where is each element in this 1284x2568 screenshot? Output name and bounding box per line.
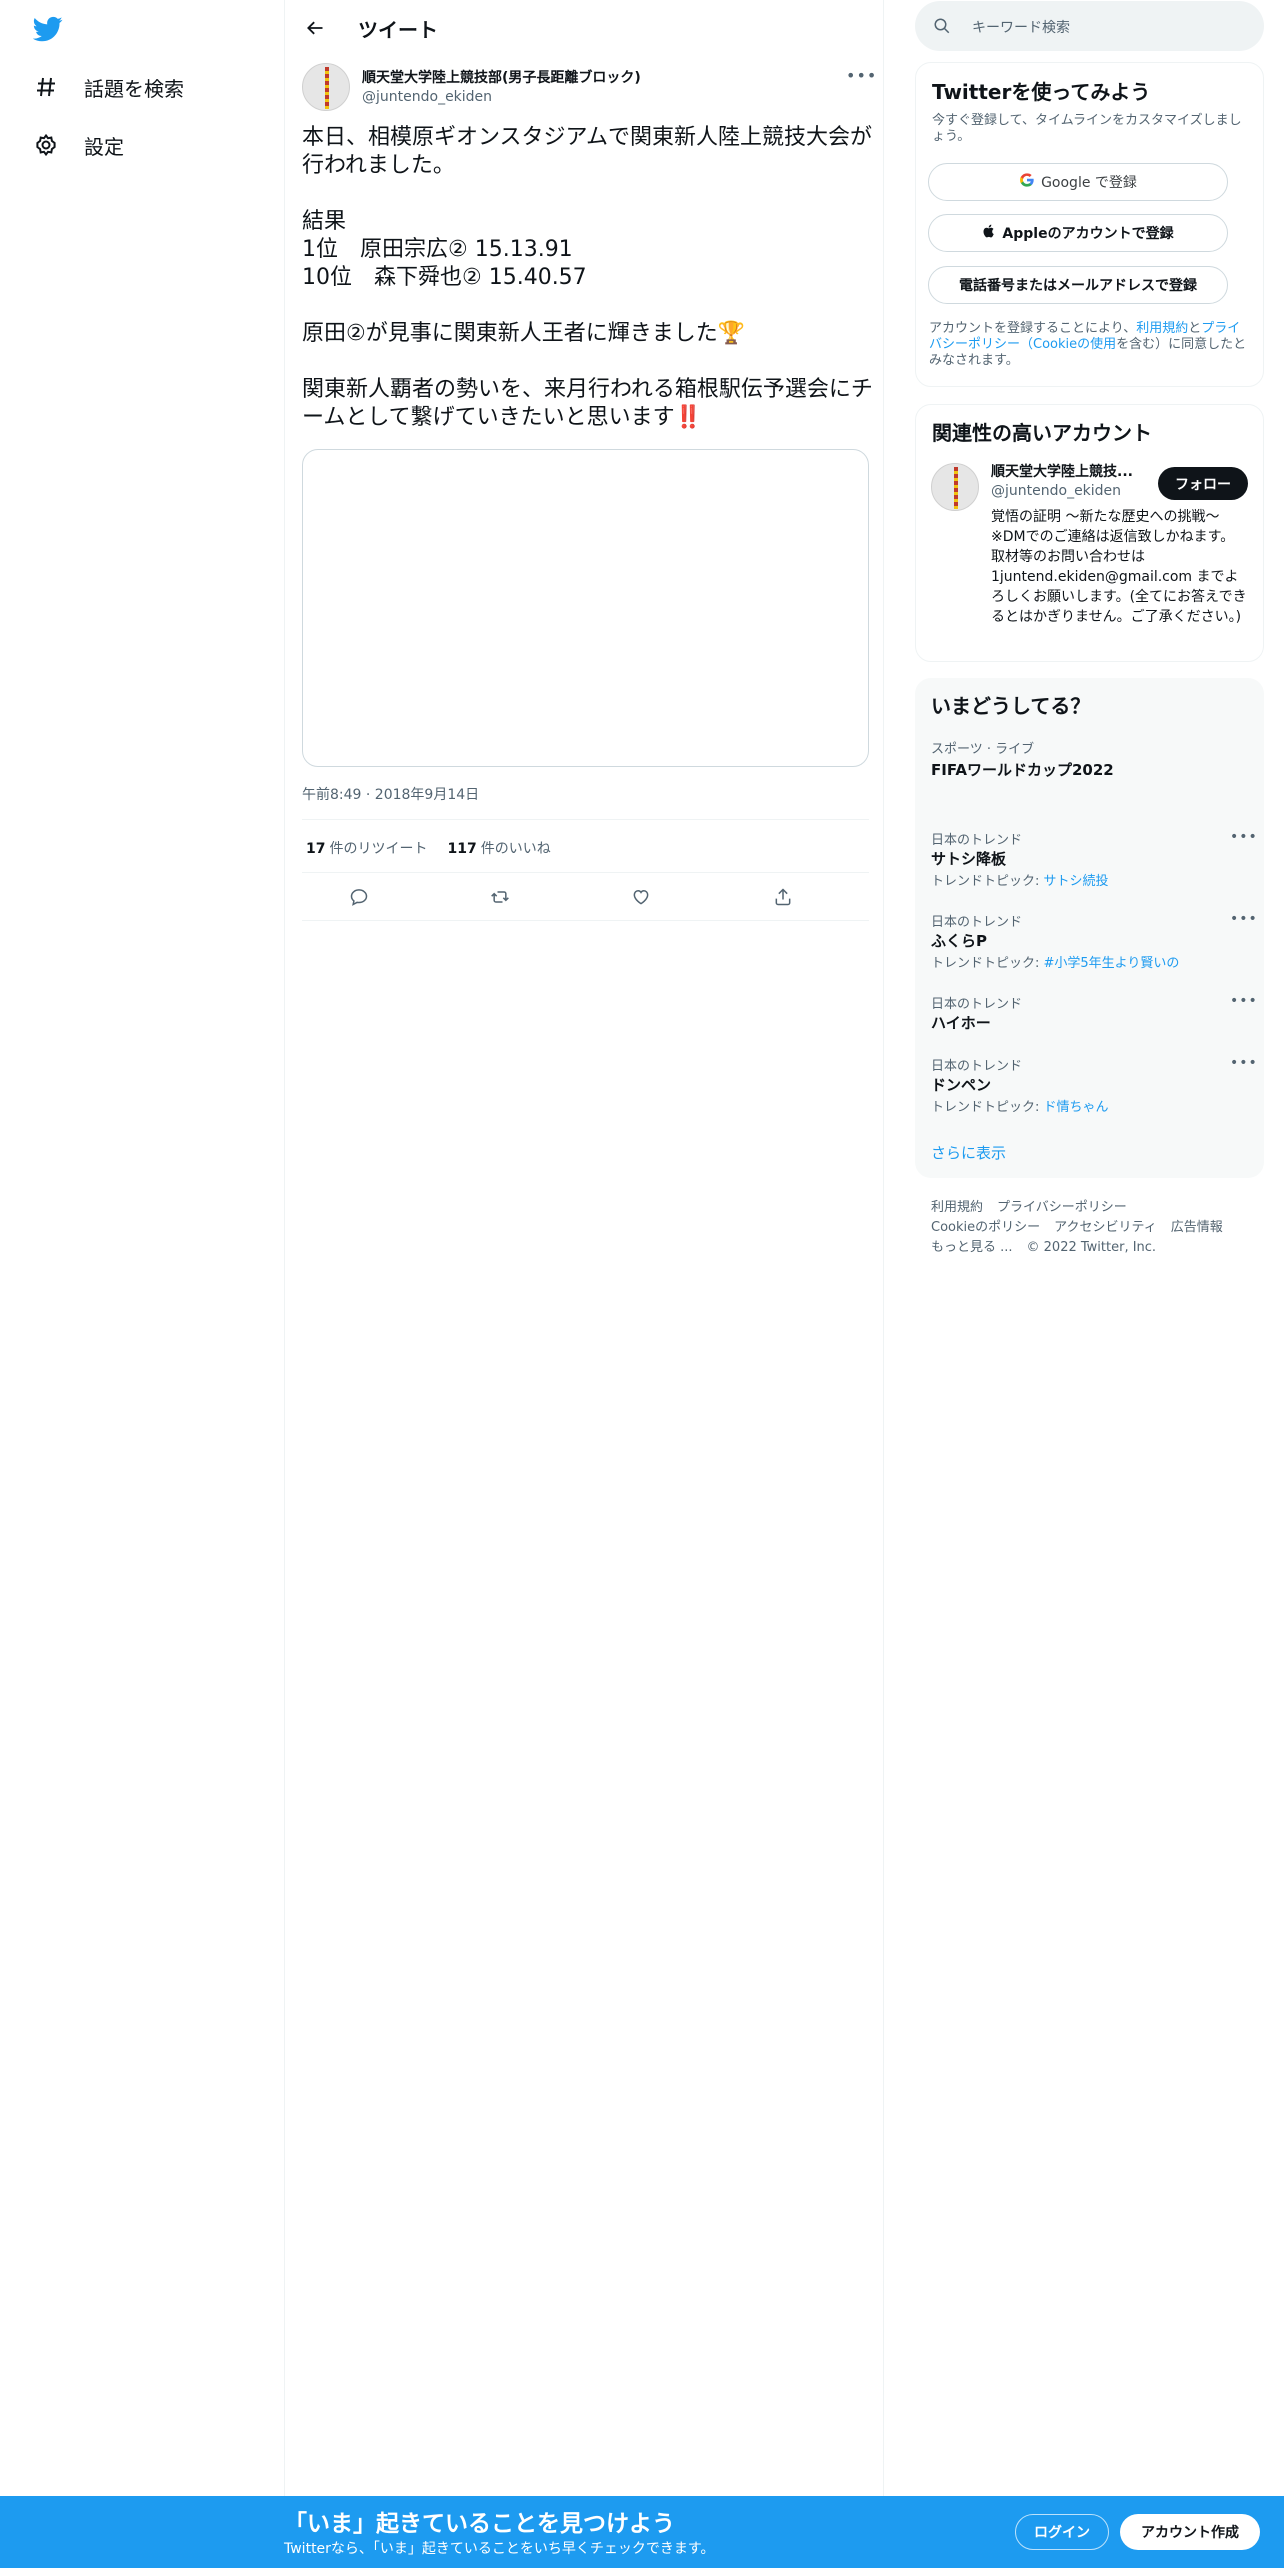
trend-more-icon[interactable]: ••• — [1230, 1055, 1258, 1071]
signup-banner: 「いま」起きていることを見つけよう Twitterなら、「いま」起きていることを… — [0, 2496, 1284, 2568]
like-stat-label: 件のいいね — [480, 841, 551, 857]
nav-settings-label: 設定 — [84, 134, 124, 159]
trend-topic-link[interactable]: #小学5年生より賢いの — [1044, 956, 1180, 971]
retweet-count: 17 — [306, 841, 326, 857]
signup-title: Twitterを使ってみよう — [932, 80, 1151, 104]
terms-link[interactable]: 利用規約 — [1136, 321, 1188, 336]
trend-category: 日本のトレンド — [931, 1059, 1023, 1074]
trend-topic-prefix: トレンドトピック: — [931, 874, 1044, 889]
search-input[interactable]: キーワード検索 — [915, 1, 1264, 51]
twitter-bird-icon[interactable] — [32, 14, 63, 44]
divider — [302, 872, 869, 873]
trend-category: スポーツ · ライブ — [931, 742, 1035, 757]
signup-legal-text: アカウントを登録することにより、利用規約とプライバシーポリシー（Cookieの使… — [929, 321, 1249, 369]
retweet-icon[interactable] — [485, 882, 515, 912]
divider — [302, 819, 869, 820]
trend-more-icon[interactable]: ••• — [1230, 829, 1258, 845]
like-count: 117 — [447, 841, 477, 857]
author-name[interactable]: 順天堂大学陸上競技部(男子長距離ブロック) — [362, 67, 641, 87]
banner-title: 「いま」起きていることを見つけよう — [284, 2511, 675, 2537]
trend-topic-link[interactable]: ド情ちゃん — [1044, 1100, 1109, 1115]
gear-icon — [33, 132, 59, 158]
footer-terms-link[interactable]: 利用規約 — [931, 1200, 983, 1215]
related-account-avatar[interactable] — [931, 463, 979, 511]
trend-more-icon[interactable]: ••• — [1230, 911, 1258, 927]
show-more-trends-link[interactable]: さらに表示 — [931, 1142, 1006, 1163]
trend-topic: トレンドトピック: #小学5年生より賢いの — [931, 952, 1179, 971]
apple-icon — [982, 223, 996, 243]
author-avatar[interactable] — [302, 63, 350, 111]
legal-and: と — [1188, 321, 1202, 336]
trend-item[interactable]: FIFAワールドカップ2022 — [931, 759, 1114, 780]
nav-explore[interactable]: 話題を検索 — [33, 72, 184, 102]
trend-category: 日本のトレンド — [931, 915, 1023, 930]
footer-links-row-3: もっと見る ... © 2022 Twitter, Inc. — [931, 1236, 1170, 1255]
google-icon — [1019, 172, 1035, 192]
related-account-name[interactable]: 順天堂大学陸上競技... — [991, 461, 1146, 481]
related-account-handle[interactable]: @juntendo_ekiden — [991, 483, 1121, 499]
google-signup-label: Google で登録 — [1041, 175, 1137, 191]
back-arrow-icon[interactable] — [300, 13, 330, 43]
footer-more-link[interactable]: もっと見る ... — [931, 1240, 1013, 1255]
google-signup-button[interactable]: Google で登録 — [928, 163, 1228, 201]
trend-category: 日本のトレンド — [931, 997, 1023, 1012]
trend-topic: トレンドトピック: ド情ちゃん — [931, 1096, 1109, 1115]
tweet-actions — [302, 882, 869, 914]
tweet-media[interactable] — [302, 449, 869, 767]
phone-signup-label: 電話番号またはメールアドレスで登録 — [959, 278, 1197, 294]
retweet-stat-label: 件のリツイート — [329, 841, 428, 857]
nav-explore-label: 話題を検索 — [84, 76, 184, 101]
tweet-column: ツイート 順天堂大学陸上競技部(男子長距離ブロック) @juntendo_eki… — [286, 0, 884, 2496]
related-account-bio: 覚悟の証明 〜新たな歴史への挑戦〜 ※DMでのご連絡は返信致しかねます。 取材等… — [991, 509, 1247, 625]
footer-links-row-1: 利用規約 プライバシーポリシー — [931, 1196, 1141, 1215]
trend-item[interactable]: ドンペン — [931, 1074, 991, 1095]
page-title: ツイート — [358, 18, 438, 42]
create-account-button[interactable]: アカウント作成 — [1120, 2514, 1260, 2550]
nav-settings[interactable]: 設定 — [33, 130, 124, 160]
phone-email-signup-button[interactable]: 電話番号またはメールアドレスで登録 — [928, 266, 1228, 304]
more-options-icon[interactable]: ••• — [846, 66, 876, 86]
tweet-timestamp[interactable]: 午前8:49 · 2018年9月14日 — [302, 784, 479, 804]
like-heart-icon[interactable] — [626, 882, 656, 912]
divider — [302, 920, 869, 921]
trend-item[interactable]: ふくらP — [931, 930, 987, 951]
signup-card: Twitterを使ってみよう 今すぐ登録して、タイムラインをカスタマイズしましょ… — [915, 62, 1264, 387]
tweet-text: 本日、相模原ギオンスタジアムで関東新人陸上競技大会が行われました。 結果 1位 … — [302, 125, 873, 430]
author-handle[interactable]: @juntendo_ekiden — [362, 89, 492, 105]
apple-signup-button[interactable]: Appleのアカウントで登録 — [928, 214, 1228, 252]
follow-button[interactable]: フォロー — [1158, 467, 1248, 500]
related-title: 関連性の高いアカウント — [932, 421, 1152, 445]
share-icon[interactable] — [768, 882, 798, 912]
trend-topic: トレンドトピック: サトシ続投 — [931, 870, 1109, 889]
banner-subtitle: Twitterなら、「いま」起きていることをいち早くチェックできます。 — [284, 2541, 715, 2557]
footer-links-row-2: Cookieのポリシー アクセシビリティ 広告情報 — [931, 1216, 1237, 1235]
trend-item[interactable]: ハイホー — [931, 1012, 991, 1033]
tweet-header: ツイート — [286, 0, 884, 54]
retweet-stat[interactable]: 17 件のリツイート — [306, 838, 427, 858]
trends-title: いまどうしてる？ — [931, 694, 1091, 718]
hashtag-icon — [33, 74, 59, 100]
trend-topic-prefix: トレンドトピック: — [931, 1100, 1044, 1115]
signup-subtitle: 今すぐ登録して、タイムラインをカスタマイズしましょう。 — [932, 113, 1242, 144]
footer-privacy-link[interactable]: プライバシーポリシー — [997, 1200, 1127, 1215]
like-stat[interactable]: 117 件のいいね — [447, 838, 550, 858]
legal-prefix: アカウントを登録することにより、 — [929, 321, 1137, 336]
search-placeholder: キーワード検索 — [972, 20, 1070, 36]
footer-copyright: © 2022 Twitter, Inc. — [1026, 1240, 1157, 1255]
search-icon — [933, 17, 951, 35]
trend-more-icon[interactable]: ••• — [1230, 993, 1258, 1009]
trend-topic-link[interactable]: サトシ続投 — [1044, 874, 1109, 889]
apple-signup-label: Appleのアカウントで登録 — [1002, 226, 1174, 242]
trend-item[interactable]: サトシ降板 — [931, 848, 1006, 869]
footer-accessibility-link[interactable]: アクセシビリティ — [1054, 1220, 1157, 1235]
trend-category: 日本のトレンド — [931, 833, 1023, 848]
login-button[interactable]: ログイン — [1015, 2514, 1109, 2550]
trend-topic-prefix: トレンドトピック: — [931, 956, 1044, 971]
trends-card: いまどうしてる？ スポーツ · ライブ FIFAワールドカップ2022 日本のト… — [915, 678, 1264, 1178]
reply-icon[interactable] — [344, 882, 374, 912]
left-navigation: 話題を検索 設定 — [0, 0, 285, 2496]
footer-ads-link[interactable]: 広告情報 — [1171, 1220, 1223, 1235]
footer-cookie-link[interactable]: Cookieのポリシー — [931, 1220, 1040, 1235]
tweet-stats: 17 件のリツイート 117 件のいいね — [306, 838, 551, 858]
